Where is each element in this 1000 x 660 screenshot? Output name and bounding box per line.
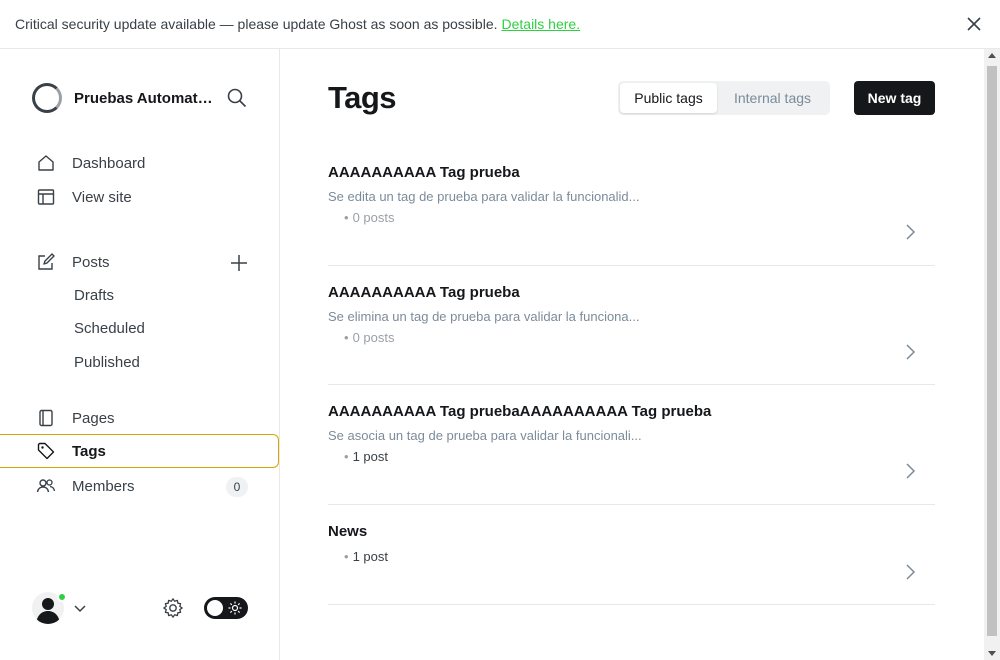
chevron-right-icon — [906, 463, 916, 479]
chevron-right-icon — [906, 224, 916, 240]
chevron-down-icon[interactable] — [73, 601, 87, 615]
edit-icon — [36, 252, 56, 272]
tag-post-count: • 1 post — [344, 549, 388, 564]
tag-name: News — [328, 523, 368, 540]
tag-post-count: • 0 posts — [344, 330, 395, 345]
sun-icon — [228, 601, 242, 615]
nav-tags-label: Tags — [72, 442, 106, 460]
new-tag-button[interactable]: New tag — [854, 81, 935, 115]
tag-name: AAAAAAAAAA Tag prueba — [328, 164, 520, 181]
nav-pages-label: Pages — [72, 409, 115, 427]
site-header[interactable]: Pruebas Automatizadas — [32, 83, 214, 113]
close-icon[interactable] — [965, 15, 983, 33]
page-icon — [36, 408, 56, 428]
dark-mode-toggle[interactable] — [204, 597, 248, 619]
tab-internal-tags[interactable]: Internal tags — [717, 83, 828, 113]
browser-icon — [36, 187, 56, 207]
online-status-icon — [57, 592, 67, 602]
tag-type-tabs: Public tags Internal tags — [618, 81, 830, 115]
banner-details-link[interactable]: Details here. — [502, 16, 581, 32]
nav-pages[interactable]: Pages — [0, 401, 279, 435]
nav-dashboard[interactable]: Dashboard — [0, 146, 279, 180]
tag-post-count: • 0 posts — [344, 210, 395, 225]
nav-scheduled[interactable]: Scheduled — [74, 320, 145, 337]
scroll-down-icon[interactable] — [988, 651, 996, 656]
nav-view-site[interactable]: View site — [0, 180, 279, 214]
sidebar: Pruebas Automatizadas Dashboard View sit… — [0, 49, 280, 660]
scrollbar[interactable] — [984, 49, 1000, 660]
banner-message: Critical security update available — ple… — [15, 16, 498, 32]
members-count-badge: 0 — [226, 477, 248, 497]
tag-row[interactable]: AAAAAAAAAA Tag pruebaAAAAAAAAAA Tag prue… — [328, 403, 935, 505]
chevron-right-icon — [906, 344, 916, 360]
tag-icon — [36, 441, 56, 461]
tag-description: Se asocia un tag de prueba para validar … — [328, 428, 642, 443]
tab-public-tags[interactable]: Public tags — [620, 83, 717, 113]
tag-row[interactable]: AAAAAAAAAA Tag prueba Se edita un tag de… — [328, 164, 935, 266]
tag-description: Se elimina un tag de prueba para validar… — [328, 309, 640, 324]
nav-dashboard-label: Dashboard — [72, 154, 146, 172]
security-banner: Critical security update available — ple… — [0, 0, 1000, 49]
site-logo — [32, 83, 62, 113]
tag-row[interactable]: News • 1 post — [328, 523, 935, 605]
nav-view-site-label: View site — [72, 188, 132, 206]
scrollbar-thumb[interactable] — [987, 66, 997, 636]
nav-members-label: Members — [72, 477, 135, 495]
home-icon — [36, 153, 56, 173]
nav-published[interactable]: Published — [74, 354, 140, 371]
search-icon[interactable] — [226, 87, 248, 109]
tag-name: AAAAAAAAAA Tag prueba — [328, 284, 520, 301]
tag-row[interactable]: AAAAAAAAAA Tag prueba Se elimina un tag … — [328, 284, 935, 385]
page-title: Tags — [328, 80, 397, 115]
toggle-knob — [207, 600, 223, 616]
main-content: Tags Public tags Internal tags New tag A… — [280, 49, 984, 660]
tag-description: Se edita un tag de prueba para validar l… — [328, 189, 640, 204]
gear-icon[interactable] — [162, 597, 184, 619]
tag-post-count: • 1 post — [344, 449, 388, 464]
members-icon — [36, 476, 56, 496]
nav-tags[interactable]: Tags — [0, 434, 279, 468]
site-name: Pruebas Automatizadas — [74, 89, 214, 107]
nav-drafts[interactable]: Drafts — [74, 287, 114, 304]
nav-posts-label: Posts — [72, 253, 110, 271]
add-post-icon[interactable] — [228, 252, 250, 274]
scroll-up-icon[interactable] — [988, 53, 996, 58]
tag-name: AAAAAAAAAA Tag pruebaAAAAAAAAAA Tag prue… — [328, 403, 712, 420]
chevron-right-icon — [906, 564, 916, 580]
